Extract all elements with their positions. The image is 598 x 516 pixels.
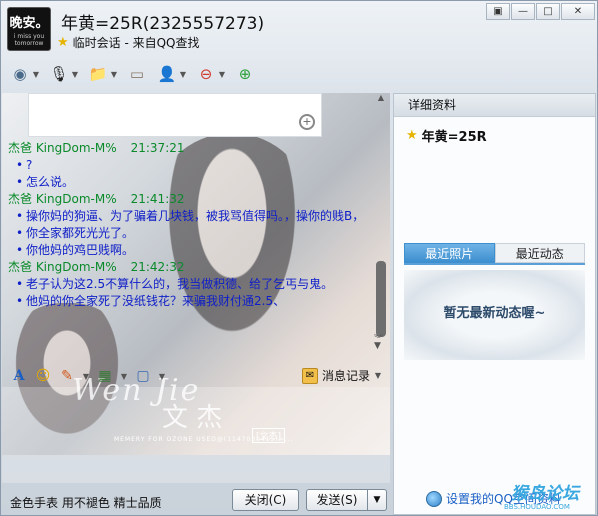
chevron-down-icon[interactable]: ▼: [82, 372, 90, 381]
chevron-down-icon[interactable]: ▼: [158, 372, 166, 381]
window-controls: ▣ — □ ✕: [486, 3, 595, 20]
send-options-button[interactable]: ▼: [367, 489, 387, 511]
screen-button[interactable]: ▭: [124, 61, 150, 87]
message-list: 杰爸 KingDom-M% 21:37:21 ? 怎么说。 杰爸 KingDom-…: [8, 140, 368, 310]
chevron-down-icon[interactable]: ▼: [110, 70, 118, 79]
message-time: 21:42:32: [130, 260, 185, 274]
window-title: 年黄=25R(2325557273): [61, 14, 265, 34]
sender-name: 杰爸 KingDom-M%: [8, 141, 117, 155]
screenshot-icon[interactable]: ▢: [134, 368, 152, 384]
message-line: 你全家都死光光了。: [8, 225, 368, 242]
session-subtitle: 临时会话 - 来自QQ查找: [72, 36, 200, 50]
maximize-button[interactable]: □: [536, 3, 560, 20]
bbs-logo: 猴岛论坛: [511, 484, 579, 504]
folder-transfer-icon: 📁: [88, 65, 108, 83]
scroll-up-icon[interactable]: ▲: [375, 93, 387, 103]
chevron-down-icon[interactable]: ▼: [218, 70, 226, 79]
empty-message: 暂无最新动态喔~: [443, 306, 546, 321]
close-window-button[interactable]: ✕: [561, 3, 595, 20]
sender-name: 杰爸 KingDom-M%: [8, 260, 117, 274]
minimize-button[interactable]: —: [511, 3, 535, 20]
avatar-subtext: i miss you tomorrow: [13, 33, 45, 47]
watermark-chinese: 文 杰: [162, 403, 223, 433]
star-icon: ★: [406, 128, 418, 143]
input-toolbar: A ☺ ✎ ▼ ▦ ▼ ▢ ▼ ✉ 消息记录 ▼: [2, 365, 390, 387]
skin-button[interactable]: ▣: [486, 3, 510, 20]
user-info-icon: 👤: [157, 65, 177, 83]
close-button[interactable]: 关闭(C): [232, 489, 299, 511]
message-header: 杰爸 KingDom-M% 21:37:21: [8, 140, 368, 157]
zoom-in-icon[interactable]: +: [299, 114, 315, 130]
user-info-button[interactable]: 👤 ▼: [154, 61, 189, 87]
details-header: 详细资料: [394, 94, 595, 117]
block-user-button[interactable]: ⊖ ▼: [193, 61, 228, 87]
message-time: 21:37:21: [130, 141, 185, 155]
add-friend-button[interactable]: ⊕: [232, 61, 258, 87]
message-line: ?: [8, 157, 368, 174]
contact-name: ★ 年黄=25R: [406, 126, 487, 145]
message-line: 他妈的你全家死了没纸钱花？来骗我财付通2.5、: [8, 293, 368, 310]
message-scrollbar[interactable]: ▲: [375, 93, 387, 359]
bbs-url: BBS.HOUDAO.COM: [504, 503, 570, 511]
voice-call-button[interactable]: 🎙 ▼: [46, 61, 81, 87]
block-user-icon: ⊖: [199, 65, 213, 83]
image-icon[interactable]: ▦: [96, 368, 114, 384]
message-line: 怎么说。: [8, 174, 368, 191]
magic-emoji-icon[interactable]: ✎: [58, 368, 76, 384]
contact-avatar[interactable]: 晚安。 i miss you tomorrow: [7, 7, 51, 51]
scroll-down-icon[interactable]: ︾ ▼: [374, 336, 383, 351]
chevron-down-icon[interactable]: ▼: [32, 70, 40, 79]
message-input[interactable]: 文 杰: [2, 387, 390, 483]
star-icon: ★: [57, 35, 69, 50]
chat-window: 晚安。 i miss you tomorrow 年黄=25R(232555727…: [0, 0, 598, 516]
history-icon: ✉: [301, 367, 318, 384]
message-header: 杰爸 KingDom-M% 21:42:32: [8, 259, 368, 276]
chevron-down-icon[interactable]: ▼: [374, 371, 382, 380]
chevron-down-icon[interactable]: ▼: [179, 70, 187, 79]
video-icon: ◉: [13, 65, 27, 83]
video-call-button[interactable]: ◉ ▼: [7, 61, 42, 87]
chevron-down-icon[interactable]: ▼: [120, 372, 128, 381]
send-button[interactable]: 发送(S): [306, 489, 368, 511]
message-line: 老子认为这2.5不算什么的，我当做积德、给了乞丐与鬼。: [8, 276, 368, 293]
scrollbar-thumb[interactable]: [376, 261, 386, 337]
preview-box[interactable]: +: [28, 93, 322, 137]
details-panel: 详细资料 ★ 年黄=25R 最近照片 最近动态 暂无最新动态喔~ 设置我的QQ空…: [393, 93, 596, 515]
message-header: 杰爸 KingDom-M% 21:41:32: [8, 191, 368, 208]
avatar-text: 晚安。: [9, 16, 49, 31]
chevron-down-icon[interactable]: ▼: [71, 70, 79, 79]
ad-text[interactable]: 金色手表 用不褪色 精士品质: [10, 494, 162, 511]
message-history-button[interactable]: ✉ 消息记录 ▼: [301, 367, 382, 384]
history-label: 消息记录: [321, 369, 370, 383]
file-transfer-button[interactable]: 📁 ▼: [85, 61, 120, 87]
add-friend-icon: ⊕: [238, 65, 252, 83]
bottom-bar: 金色手表 用不褪色 精士品质 关闭(C) 发送(S) ▼: [2, 485, 392, 515]
tab-recent-updates[interactable]: 最近动态: [494, 243, 585, 263]
tab-recent-photos[interactable]: 最近照片: [404, 243, 495, 263]
contact-name-text: 年黄=25R: [421, 130, 487, 145]
emoji-icon[interactable]: ☺: [34, 368, 52, 384]
microphone-icon: 🎙: [49, 65, 69, 83]
screen-icon: ▭: [129, 65, 145, 83]
globe-icon: [426, 490, 442, 507]
session-info: ★ 临时会话 - 来自QQ查找: [57, 34, 200, 51]
message-line: 操你妈的狗逼、为了骗着几块钱，被我骂值得吗。，操你的贱B，: [8, 208, 368, 225]
message-line: 你他妈的鸡巴贱啊。: [8, 242, 368, 259]
panel-tabs: 最近照片 最近动态: [404, 243, 585, 265]
sender-name: 杰爸 KingDom-M%: [8, 192, 117, 206]
message-time: 21:41:32: [130, 192, 185, 206]
main-toolbar: ◉ ▼ 🎙 ▼ 📁 ▼ ▭ 👤 ▼ ⊖ ▼ ⊕: [7, 59, 258, 89]
font-icon[interactable]: A: [10, 368, 28, 384]
updates-box: 暂无最新动态喔~: [404, 270, 585, 360]
